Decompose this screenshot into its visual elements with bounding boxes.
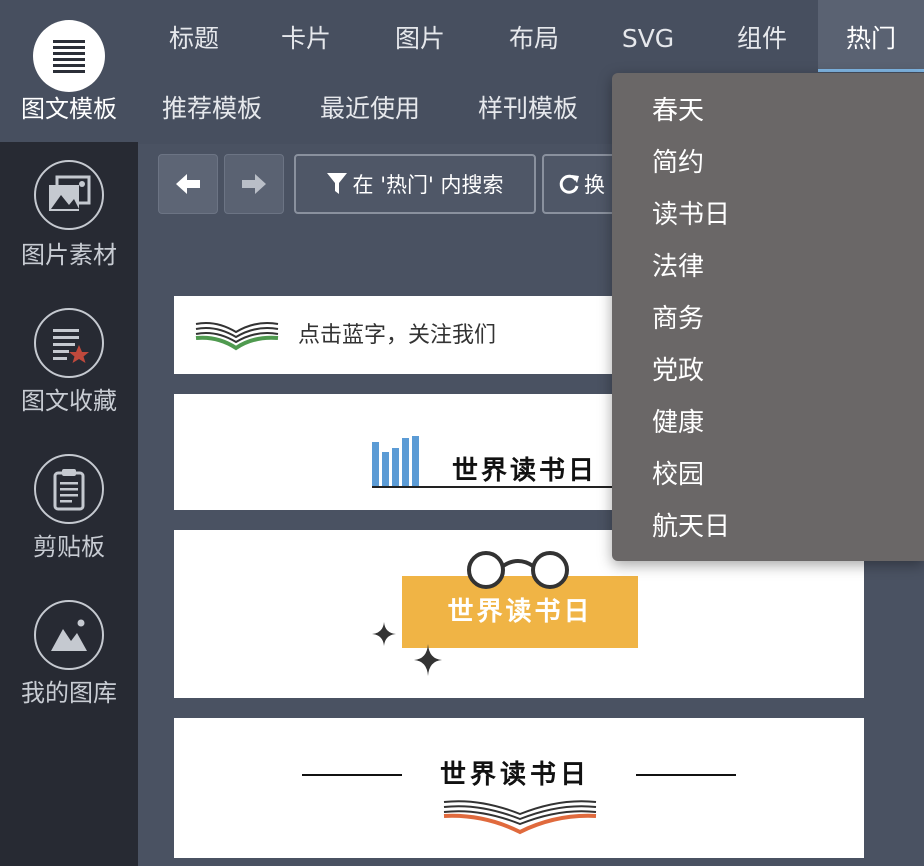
open-book-icon — [195, 322, 279, 351]
tab-title[interactable]: 标题 — [146, 0, 242, 72]
sidebar-item-my-gallery[interactable]: 我的图库 — [0, 584, 138, 730]
template-card-line-title[interactable]: 世界读书日 — [174, 718, 864, 858]
arrow-left-icon — [176, 174, 200, 194]
sidebar-item-label: 我的图库 — [21, 679, 117, 707]
my-gallery-icon — [34, 600, 104, 670]
tab-image[interactable]: 图片 — [372, 0, 468, 72]
card-title: 世界读书日 — [440, 760, 591, 790]
image-gallery-icon — [34, 160, 104, 230]
dropdown-item-simple[interactable]: 简约 — [652, 137, 912, 189]
sidebar-item-templates[interactable]: 图文模板 — [0, 0, 138, 142]
arrow-right-icon — [242, 174, 266, 194]
open-book-icon — [443, 800, 597, 835]
tab-svg[interactable]: SVG — [600, 0, 696, 72]
dropdown-item-law[interactable]: 法律 — [652, 241, 912, 293]
tab-component[interactable]: 组件 — [714, 0, 810, 72]
dropdown-item-party[interactable]: 党政 — [652, 345, 912, 397]
search-button-label: 在 '热门' 内搜索 — [352, 173, 504, 197]
category-tabbar: 标题 卡片 图片 布局 SVG 组件 热门 — [138, 0, 924, 72]
subtab-recent[interactable]: 最近使用 — [320, 72, 420, 144]
sidebar-item-label: 剪贴板 — [33, 533, 105, 561]
left-sidebar: 图文模板 图片素材 图文收藏 剪贴板 我的图库 — [0, 0, 138, 866]
tab-layout[interactable]: 布局 — [486, 0, 582, 72]
dropdown-item-business[interactable]: 商务 — [652, 293, 912, 345]
tab-card[interactable]: 卡片 — [258, 0, 354, 72]
hot-topics-dropdown: 春天 简约 读书日 法律 商务 党政 健康 校园 航天日 — [612, 73, 924, 561]
subtab-sample[interactable]: 样刊模板 — [478, 72, 578, 144]
card-title: 世界读书日 — [452, 456, 598, 486]
refresh-icon — [559, 174, 579, 194]
sidebar-item-favorites[interactable]: 图文收藏 — [0, 292, 138, 438]
forward-button[interactable] — [224, 154, 284, 214]
back-button[interactable] — [158, 154, 218, 214]
refresh-button-label: 换 — [584, 173, 605, 197]
card-title: 世界读书日 — [447, 597, 593, 627]
clipboard-icon — [34, 454, 104, 524]
book-bars-icon — [372, 436, 419, 486]
dropdown-item-health[interactable]: 健康 — [652, 397, 912, 449]
dropdown-item-campus[interactable]: 校园 — [652, 449, 912, 501]
dropdown-item-space-day[interactable]: 航天日 — [652, 501, 912, 553]
sidebar-item-clipboard[interactable]: 剪贴板 — [0, 438, 138, 584]
search-in-hot-button[interactable]: 在 '热门' 内搜索 — [294, 154, 536, 214]
sidebar-item-label: 图文模板 — [21, 95, 117, 123]
sidebar-item-label: 图文收藏 — [21, 387, 117, 415]
sidebar-item-images[interactable]: 图片素材 — [0, 146, 138, 292]
sparkle-icon — [372, 622, 396, 646]
favorites-icon — [34, 308, 104, 378]
follow-text: 点击蓝字，关注我们 — [298, 323, 497, 348]
filter-icon — [326, 173, 347, 194]
dropdown-item-spring[interactable]: 春天 — [652, 85, 912, 137]
template-list-icon — [33, 20, 105, 92]
dropdown-item-reading-day[interactable]: 读书日 — [652, 189, 912, 241]
sparkle-icon — [414, 644, 442, 676]
tab-hot[interactable]: 热门 — [818, 0, 924, 72]
subtab-recommended[interactable]: 推荐模板 — [162, 72, 262, 144]
title-line-right — [636, 774, 736, 776]
sidebar-item-label: 图片素材 — [21, 241, 117, 269]
title-line-left — [302, 774, 402, 776]
